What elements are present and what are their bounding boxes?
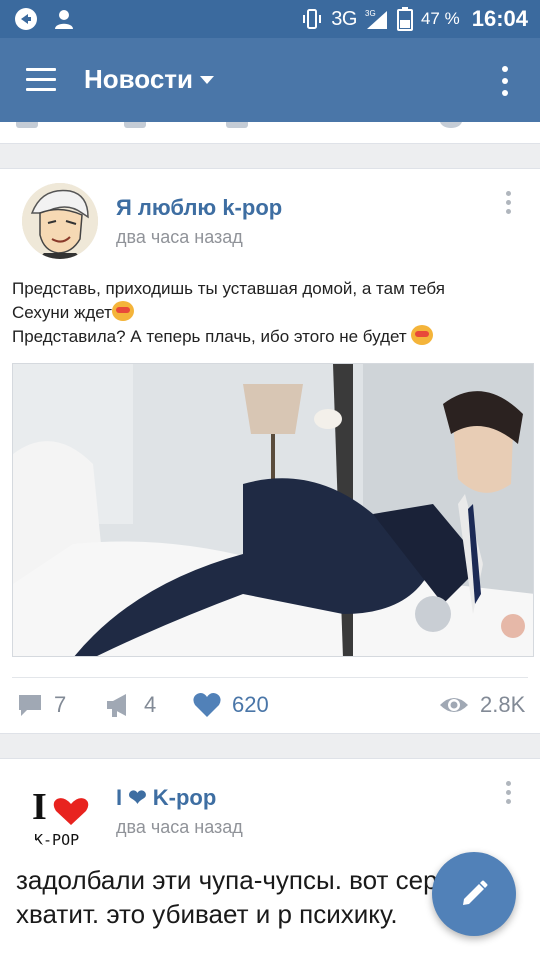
- battery-icon: [396, 7, 413, 31]
- post-more-icon[interactable]: [506, 191, 512, 215]
- post-actions: 7 4 620 2.8K: [0, 685, 540, 725]
- crying-emoji-icon: [411, 325, 434, 345]
- views-indicator: 2.8K: [438, 685, 525, 725]
- post-text-line: Представила? А теперь плачь, ибо этого н…: [12, 327, 407, 346]
- menu-icon[interactable]: [26, 68, 56, 92]
- post-card: Я люблю k-pop два часа назад Представь, …: [0, 168, 540, 734]
- back-circle-icon: [15, 8, 37, 30]
- post-text-line-emoji: Представила? А теперь плачь, ибо этого н…: [12, 325, 528, 349]
- avatar[interactable]: I K-POP: [22, 773, 98, 849]
- comment-button[interactable]: 7: [16, 685, 66, 725]
- previous-post-fragment: [0, 122, 540, 144]
- post-author[interactable]: I ❤ K-pop: [116, 785, 216, 811]
- post-image[interactable]: [12, 363, 534, 657]
- network-sup: 3G: [365, 9, 376, 18]
- post-photo: [13, 364, 533, 656]
- repost-count: 4: [144, 692, 157, 717]
- vibrate-icon: [303, 9, 322, 29]
- like-count: 620: [232, 692, 269, 717]
- post-author[interactable]: Я люблю k-pop: [116, 195, 282, 221]
- like-button[interactable]: 620: [192, 685, 269, 725]
- app-bar: Новости: [0, 38, 540, 122]
- avatar-logo: I K-POP: [22, 773, 98, 849]
- post-text-line-emoji: Сехуни ждет: [12, 301, 528, 325]
- avatar-logo-mark: I: [32, 786, 47, 828]
- battery-percent: 47 %: [420, 9, 460, 28]
- post-time: два часа назад: [116, 817, 243, 837]
- network-type: 3G: [331, 7, 357, 30]
- person-icon: [55, 10, 73, 29]
- post-text-line: Представь, приходишь ты уставшая домой, …: [12, 279, 445, 298]
- clock: 16:04: [471, 6, 528, 31]
- post-text: Представь, приходишь ты уставшая домой, …: [12, 277, 528, 349]
- pencil-icon: [463, 880, 488, 905]
- page-title[interactable]: Новости: [84, 64, 193, 95]
- comment-count: 7: [54, 692, 67, 717]
- heart-icon: [193, 693, 221, 717]
- post-text-line: Сехуни ждет: [12, 303, 112, 322]
- status-bar: 3G 3G 47 % 16:04: [0, 0, 540, 38]
- avatar[interactable]: [22, 183, 98, 259]
- comment-icon: [19, 695, 41, 716]
- post-more-icon[interactable]: [506, 781, 512, 805]
- caret-down-icon[interactable]: [200, 76, 214, 84]
- compose-button[interactable]: [432, 852, 516, 936]
- repost-button[interactable]: 4: [104, 685, 156, 725]
- more-vertical-icon[interactable]: [502, 66, 508, 96]
- signal-icon: 3G: [365, 9, 387, 29]
- actions-divider: [12, 677, 528, 678]
- post-time: два часа назад: [116, 227, 243, 247]
- avatar-image: [22, 183, 98, 259]
- avatar-caption: K-POP: [34, 831, 79, 849]
- view-count: 2.8K: [480, 692, 526, 717]
- eye-icon: [440, 698, 468, 712]
- heart-eyes-emoji-icon: [111, 301, 134, 321]
- repost-icon: [107, 694, 126, 717]
